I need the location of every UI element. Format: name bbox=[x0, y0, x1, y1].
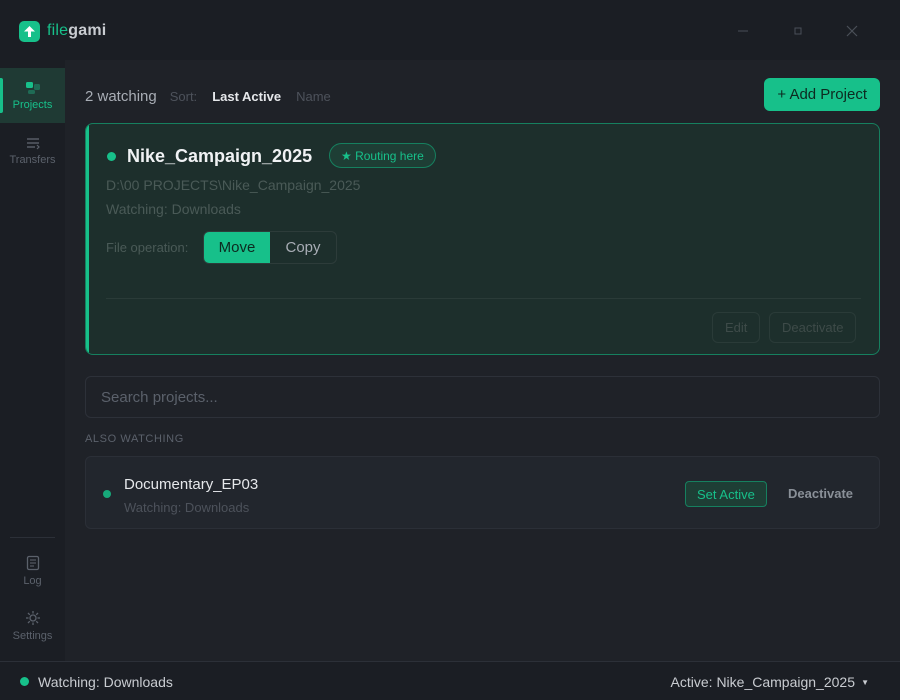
card-divider bbox=[106, 298, 861, 299]
edit-button[interactable]: Edit bbox=[712, 312, 761, 343]
minimize-icon[interactable] bbox=[730, 18, 756, 44]
log-icon bbox=[26, 555, 39, 570]
status-bar: Watching: Downloads Active: Nike_Campaig… bbox=[0, 661, 900, 700]
add-project-button[interactable]: + Add Project bbox=[764, 78, 880, 111]
project-deactivate-button[interactable]: Deactivate bbox=[788, 486, 853, 501]
routing-badge: ★ Routing here bbox=[329, 143, 436, 168]
transfers-icon bbox=[26, 137, 40, 149]
settings-icon bbox=[25, 610, 40, 625]
project-status-dot bbox=[103, 490, 111, 498]
sort-label: Sort: bbox=[169, 88, 198, 104]
active-project-name: Nike_Campaign_2025 bbox=[127, 146, 313, 166]
app-logo-icon bbox=[19, 21, 40, 42]
sidebar-item-settings[interactable]: Settings bbox=[0, 598, 65, 653]
title-bar: filegami bbox=[0, 0, 900, 60]
sort-option-last-active[interactable]: Last Active bbox=[212, 89, 281, 104]
sidebar-item-log[interactable]: Log bbox=[0, 543, 65, 598]
project-card[interactable]: Documentary_EP03 Watching: Downloads Set… bbox=[85, 456, 880, 529]
sidebar-divider bbox=[10, 537, 55, 538]
sidebar-item-label: Transfers bbox=[9, 153, 56, 166]
app-name-part1: file bbox=[47, 22, 69, 39]
maximize-icon[interactable] bbox=[785, 18, 811, 44]
close-icon[interactable] bbox=[839, 18, 865, 44]
app-name: filegami bbox=[47, 22, 106, 40]
project-watching: Watching: Downloads bbox=[124, 500, 250, 515]
main-panel: 2 watching Sort: Last Active Name + Add … bbox=[65, 60, 900, 661]
status-watching: Watching: Downloads bbox=[38, 674, 173, 690]
toolbar: 2 watching Sort: Last Active Name bbox=[85, 86, 331, 106]
active-status-dot bbox=[107, 152, 116, 161]
search-input[interactable] bbox=[85, 376, 880, 418]
move-option-button[interactable]: Move bbox=[204, 232, 270, 263]
active-project-path: D:\00 PROJECTS\Nike_Campaign_2025 bbox=[106, 177, 361, 193]
active-project-watching: Watching: Downloads bbox=[106, 201, 241, 217]
watching-status-dot bbox=[20, 677, 29, 686]
file-operation-toggle: Move Copy bbox=[203, 231, 337, 264]
sidebar-item-transfers[interactable]: Transfers bbox=[0, 123, 65, 178]
active-project-card: Nike_Campaign_2025 ★ Routing here D:\00 … bbox=[85, 123, 880, 355]
sidebar-item-label: Projects bbox=[12, 98, 53, 111]
sidebar-item-projects[interactable]: Projects bbox=[0, 68, 65, 123]
sidebar-item-label: Log bbox=[23, 574, 42, 587]
app-name-part2: gami bbox=[68, 22, 107, 39]
active-project-selector[interactable]: Active: Nike_Campaign_2025 bbox=[671, 674, 855, 690]
sidebar-item-label: Settings bbox=[12, 629, 53, 642]
chevron-down-icon[interactable]: ▼ bbox=[861, 678, 869, 687]
sort-option-name[interactable]: Name bbox=[296, 89, 331, 104]
projects-icon bbox=[25, 81, 40, 94]
set-active-button[interactable]: Set Active bbox=[685, 481, 767, 507]
file-operation-label: File operation: bbox=[106, 240, 189, 255]
project-name: Documentary_EP03 bbox=[124, 476, 259, 493]
sidebar: Projects Transfers Log Settings bbox=[0, 60, 65, 661]
copy-option-button[interactable]: Copy bbox=[270, 232, 336, 263]
deactivate-button[interactable]: Deactivate bbox=[769, 312, 857, 343]
section-label-also-watching: ALSO WATCHING bbox=[85, 433, 184, 445]
watching-count: 2 watching bbox=[85, 87, 157, 105]
